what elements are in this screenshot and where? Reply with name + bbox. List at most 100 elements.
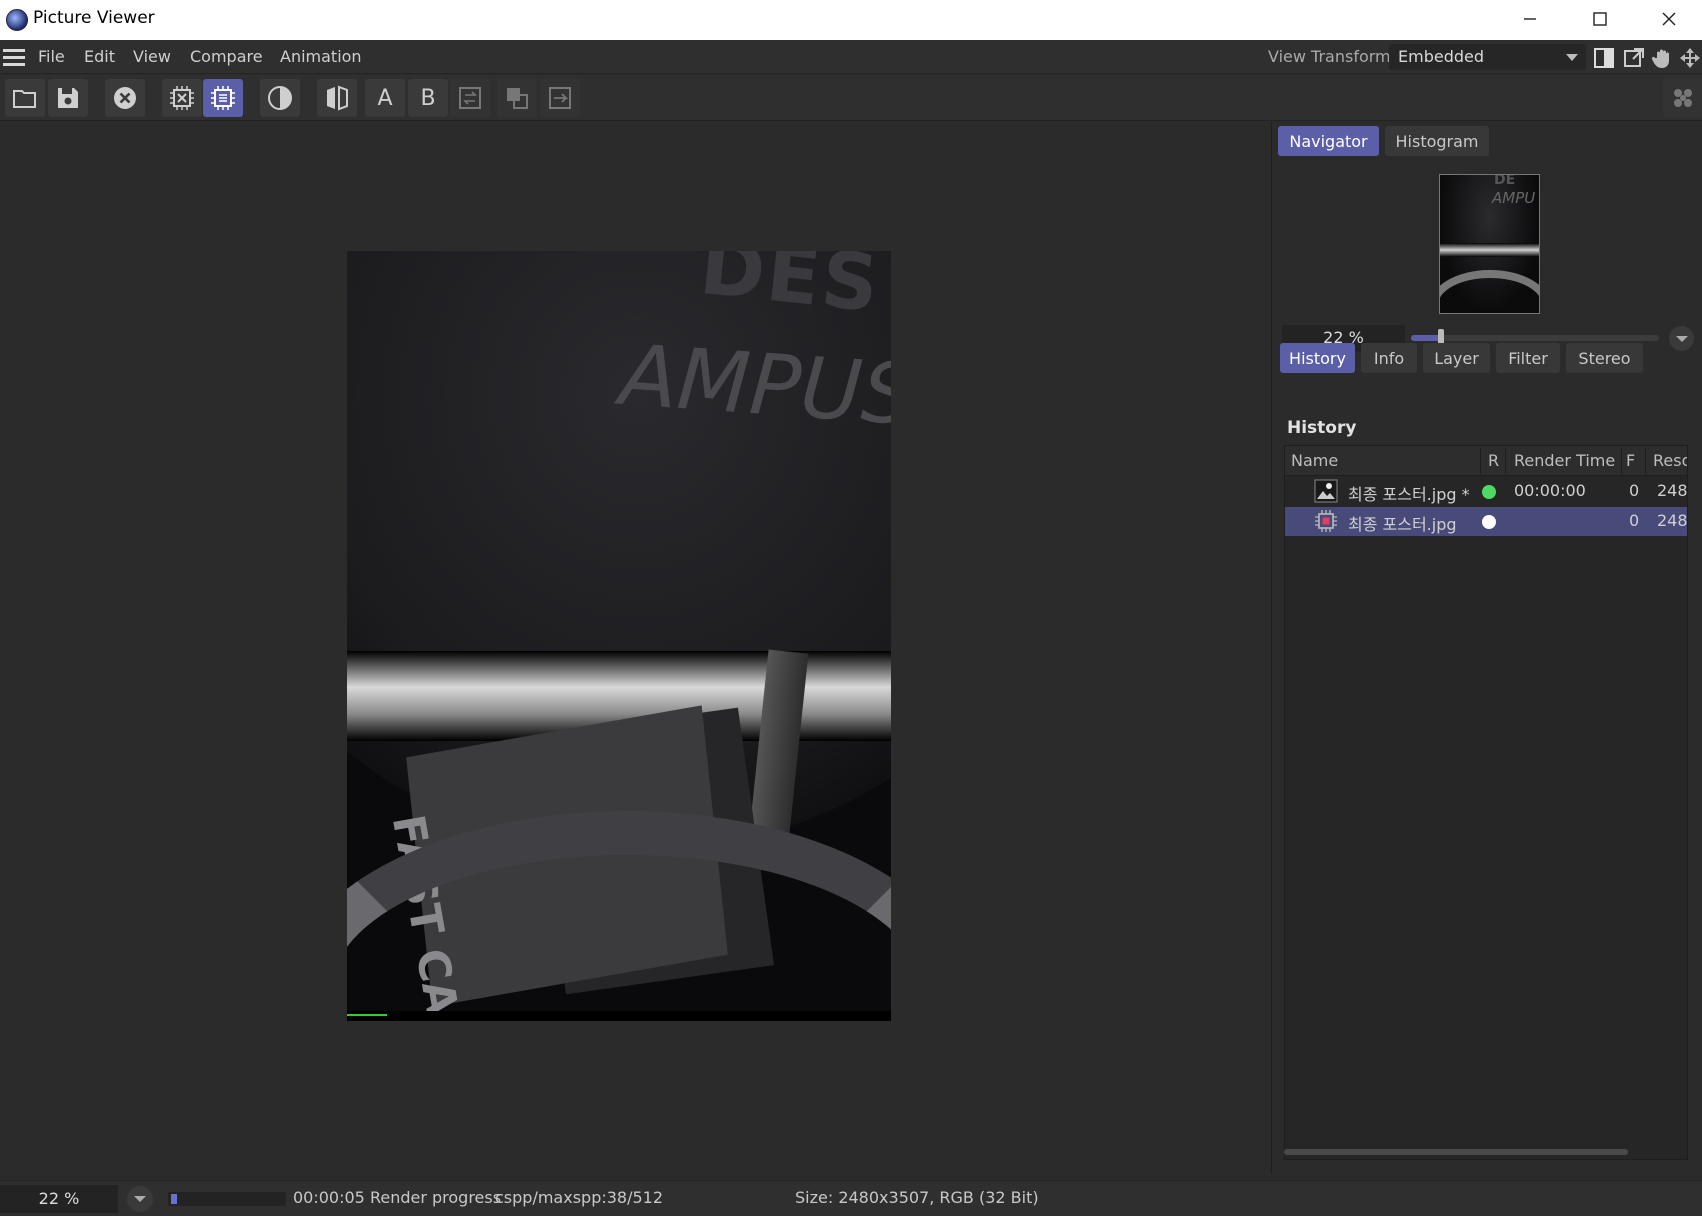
menu-compare[interactable]: Compare (190, 47, 263, 66)
render-progress-label: 00:00:05 Render progress (293, 1188, 502, 1207)
set-a-button[interactable]: A (365, 79, 405, 117)
column-resolution[interactable]: Reso (1653, 451, 1687, 470)
row-name: 최종 포스터.jpg (1348, 515, 1457, 534)
render-progress-bar (168, 1192, 286, 1206)
compare-ab-button[interactable] (317, 79, 357, 117)
history-title: History (1287, 418, 1357, 438)
menu-view[interactable]: View (133, 47, 171, 66)
status-dot (1482, 485, 1496, 499)
history-table: Name R Render Time F Reso 최종 포스터.jpg * 0… (1284, 445, 1688, 1160)
toolbar: A B (0, 75, 1702, 121)
tab-stereo[interactable]: Stereo (1566, 343, 1643, 373)
close-image-button[interactable] (105, 79, 145, 117)
minimize-button[interactable] (1495, 0, 1565, 38)
tab-histogram[interactable]: Histogram (1385, 126, 1489, 156)
zoom-options-button[interactable] (1669, 326, 1694, 351)
maximize-icon (1593, 12, 1607, 26)
contrast-half-circle-icon (268, 86, 292, 110)
row-resolution: 2480 (1657, 481, 1688, 500)
folder-icon (13, 90, 36, 108)
overlay-squares-icon (507, 88, 528, 109)
menu-animation[interactable]: Animation (280, 47, 362, 66)
navigator-thumbnail[interactable]: DE AMPU (1439, 174, 1540, 314)
column-divider[interactable] (1480, 448, 1481, 474)
stop-render-button[interactable] (162, 79, 202, 117)
column-r[interactable]: R (1488, 451, 1499, 470)
export-arrow-icon (549, 87, 571, 109)
thumb-ring (1440, 270, 1539, 313)
status-zoom-dropdown[interactable] (127, 1186, 153, 1212)
thumb-text-top: DE (1494, 174, 1516, 188)
zoom-slider-fill (1411, 335, 1441, 341)
panel-toggle-icon[interactable] (1592, 46, 1616, 70)
tab-info[interactable]: Info (1361, 343, 1417, 373)
image-thumbnail-icon (1314, 479, 1338, 503)
row-frame: 0 (1629, 511, 1640, 530)
status-dot (1482, 515, 1496, 529)
menu-file[interactable]: File (38, 47, 65, 66)
image-viewport[interactable]: DES AMPUS FAST CAMPUS (0, 122, 1270, 1174)
circle-x-icon (114, 87, 136, 109)
side-panel: Navigator Histogram DE AMPU 22 % History… (1271, 122, 1702, 1174)
settings-button[interactable] (1663, 79, 1702, 117)
chevron-down-icon (1566, 54, 1578, 61)
row-frame: 0 (1629, 481, 1640, 500)
status-zoom-field[interactable]: 22 % (0, 1185, 118, 1213)
column-divider[interactable] (1621, 448, 1622, 474)
move-arrows-icon[interactable] (1678, 46, 1702, 70)
minimize-icon (1524, 18, 1536, 20)
close-button[interactable] (1634, 0, 1702, 38)
thumb-band (1440, 243, 1539, 257)
hand-pan-icon[interactable] (1651, 46, 1675, 70)
window-title: Picture Viewer (33, 8, 155, 28)
column-divider[interactable] (1505, 448, 1506, 474)
menu-bar: File Edit View Compare Animation View Tr… (0, 40, 1702, 74)
row-name: 최종 포스터.jpg * (1348, 485, 1470, 504)
column-frame[interactable]: F (1626, 451, 1635, 470)
swap-icon (459, 87, 481, 109)
menu-edit[interactable]: Edit (84, 47, 115, 66)
tab-filter[interactable]: Filter (1496, 343, 1560, 373)
split-compare-icon (327, 85, 348, 111)
thumb-text-mid: AMPU (1492, 189, 1536, 207)
title-bar: Picture Viewer (0, 0, 1702, 40)
save-disk-icon (58, 88, 78, 108)
zoom-slider[interactable] (1411, 329, 1659, 347)
maximize-button[interactable] (1565, 0, 1635, 38)
render-stamp-bar (347, 1011, 891, 1021)
history-horizontal-scrollbar[interactable] (1284, 1149, 1628, 1155)
contrast-button[interactable] (260, 79, 300, 117)
rendered-image: DES AMPUS FAST CAMPUS (347, 251, 891, 1021)
chip-list-icon (211, 86, 235, 110)
row-resolution: 2480 (1657, 511, 1688, 530)
app-icon (6, 9, 28, 31)
external-window-icon[interactable] (1622, 46, 1646, 70)
spp-label: cspp/maxspp:38/512 (495, 1188, 664, 1207)
hamburger-menu-icon[interactable] (3, 49, 25, 66)
column-name[interactable]: Name (1291, 451, 1338, 470)
render-text-mid: AMPUS (616, 325, 891, 445)
column-divider[interactable] (1645, 448, 1646, 474)
open-button[interactable] (5, 79, 45, 117)
history-row[interactable]: 최종 포스터.jpg 0 2480 (1285, 507, 1688, 536)
save-button[interactable] (48, 79, 88, 117)
column-render-time[interactable]: Render Time (1514, 451, 1615, 470)
tab-navigator[interactable]: Navigator (1278, 126, 1379, 156)
overlay-button[interactable] (497, 79, 537, 117)
close-icon (1662, 12, 1676, 26)
set-b-button[interactable]: B (408, 79, 448, 117)
status-bar: 22 % 00:00:05 Render progress cspp/maxsp… (0, 1180, 1702, 1216)
view-transform-label: View Transform (1268, 47, 1391, 66)
swap-ab-button[interactable] (450, 79, 490, 117)
tab-history[interactable]: History (1280, 343, 1355, 373)
tab-layer[interactable]: Layer (1423, 343, 1490, 373)
view-transform-select[interactable]: Embedded (1389, 44, 1586, 70)
history-table-header: Name R Render Time F Reso (1285, 446, 1687, 476)
render-progress-fill (171, 1194, 177, 1204)
export-button[interactable] (540, 79, 580, 117)
molecule-icon (1674, 89, 1692, 107)
letter-b-label: B (420, 85, 436, 111)
render-chip-icon (1315, 510, 1337, 532)
history-row[interactable]: 최종 포스터.jpg * 00:00:00 0 2480 (1285, 477, 1688, 506)
render-view-button[interactable] (203, 79, 243, 117)
